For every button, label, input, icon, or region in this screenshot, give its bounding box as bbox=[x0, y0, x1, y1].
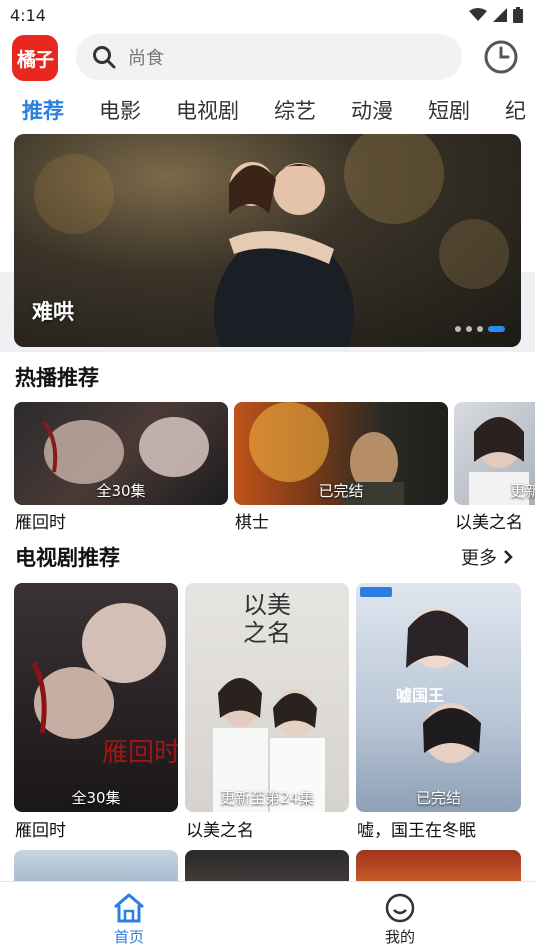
hero-banner[interactable]: 难哄 bbox=[14, 134, 521, 347]
search-icon bbox=[93, 46, 116, 69]
top-header: 橘子 尚食 bbox=[0, 32, 535, 84]
battery-icon bbox=[513, 7, 523, 23]
more-label: 更多 bbox=[461, 548, 497, 569]
carousel-indicator bbox=[455, 326, 505, 332]
svg-text:雁回时: 雁回时 bbox=[102, 738, 178, 768]
tab-anime[interactable]: 动漫 bbox=[351, 95, 393, 125]
tab-tv[interactable]: 电视剧 bbox=[176, 95, 239, 125]
tab-variety[interactable]: 综艺 bbox=[274, 95, 316, 125]
carousel-dot bbox=[466, 326, 472, 332]
svg-text:嘘国王: 嘘国王 bbox=[396, 686, 444, 705]
status-time: 4:14 bbox=[10, 5, 46, 25]
bottom-navigation: 首页 我的 bbox=[0, 881, 535, 951]
banner-title: 难哄 bbox=[32, 300, 74, 324]
episode-badge: 全30集 bbox=[71, 789, 121, 807]
tv-card-1-title[interactable]: 雁回时 bbox=[15, 816, 66, 841]
nav-mine-label: 我的 bbox=[384, 928, 415, 946]
update-badge: 更新 bbox=[510, 482, 535, 500]
hot-card-3[interactable]: 更新 bbox=[454, 402, 535, 505]
status-bar: 4:14 bbox=[0, 0, 535, 30]
update-badge: 更新至第24集 bbox=[219, 789, 315, 807]
category-tabs: 推荐 电影 电视剧 综艺 动漫 短剧 纪 bbox=[0, 88, 535, 132]
tab-documentary[interactable]: 纪 bbox=[505, 95, 526, 125]
hot-card-1-title[interactable]: 雁回时 bbox=[15, 508, 66, 533]
more-link[interactable]: 更多 bbox=[461, 544, 513, 570]
hot-card-3-title[interactable]: 以美之名 bbox=[455, 508, 523, 533]
hot-card-1[interactable]: 全30集 bbox=[14, 402, 228, 505]
tab-movie[interactable]: 电影 bbox=[99, 95, 141, 125]
hot-card-2-title[interactable]: 棋士 bbox=[235, 508, 269, 533]
nav-mine[interactable]: 我的 bbox=[384, 892, 416, 947]
app-logo[interactable]: 橘子 bbox=[12, 35, 58, 81]
svg-text:之名: 之名 bbox=[243, 619, 291, 647]
status-badge: 已完结 bbox=[415, 789, 461, 807]
poster-image: 嘘国王 bbox=[360, 587, 481, 763]
tab-recommend[interactable]: 推荐 bbox=[22, 95, 64, 125]
search-bar[interactable]: 尚食 bbox=[76, 34, 462, 80]
home-icon bbox=[114, 893, 144, 923]
tv-card-1[interactable]: 雁回时 全30集 bbox=[14, 583, 178, 812]
nav-home[interactable]: 首页 bbox=[112, 892, 146, 947]
poster-image: 以美 之名 bbox=[213, 591, 325, 812]
banner-image bbox=[34, 134, 509, 347]
carousel-dot bbox=[455, 326, 461, 332]
hot-section-title: 热播推荐 bbox=[15, 366, 99, 390]
smiley-icon bbox=[385, 893, 415, 923]
poster-image: 雁回时 bbox=[31, 603, 178, 768]
tv-card-2-title[interactable]: 以美之名 bbox=[186, 816, 254, 841]
tv-card-2[interactable]: 以美 之名 更新至第24集 bbox=[185, 583, 349, 812]
history-clock-icon[interactable] bbox=[483, 39, 519, 75]
tv-card-3[interactable]: 嘘国王 已完结 bbox=[356, 583, 521, 812]
signal-icon bbox=[493, 8, 507, 22]
wifi-icon bbox=[469, 8, 487, 21]
status-icons bbox=[469, 7, 523, 23]
status-badge: 已完结 bbox=[318, 482, 364, 500]
nav-home-label: 首页 bbox=[113, 928, 144, 946]
tv-card-3-title[interactable]: 嘘，国王在冬眠 bbox=[357, 816, 476, 841]
svg-text:以美: 以美 bbox=[243, 591, 291, 619]
hot-card-2[interactable]: 已完结 bbox=[234, 402, 448, 505]
carousel-dot bbox=[477, 326, 483, 332]
tv-section-title: 电视剧推荐 bbox=[15, 546, 120, 570]
search-placeholder: 尚食 bbox=[128, 48, 164, 69]
tab-short-drama[interactable]: 短剧 bbox=[428, 95, 470, 125]
chevron-right-icon bbox=[504, 550, 513, 564]
episode-badge: 全30集 bbox=[96, 482, 146, 500]
carousel-dot-active bbox=[488, 326, 505, 332]
